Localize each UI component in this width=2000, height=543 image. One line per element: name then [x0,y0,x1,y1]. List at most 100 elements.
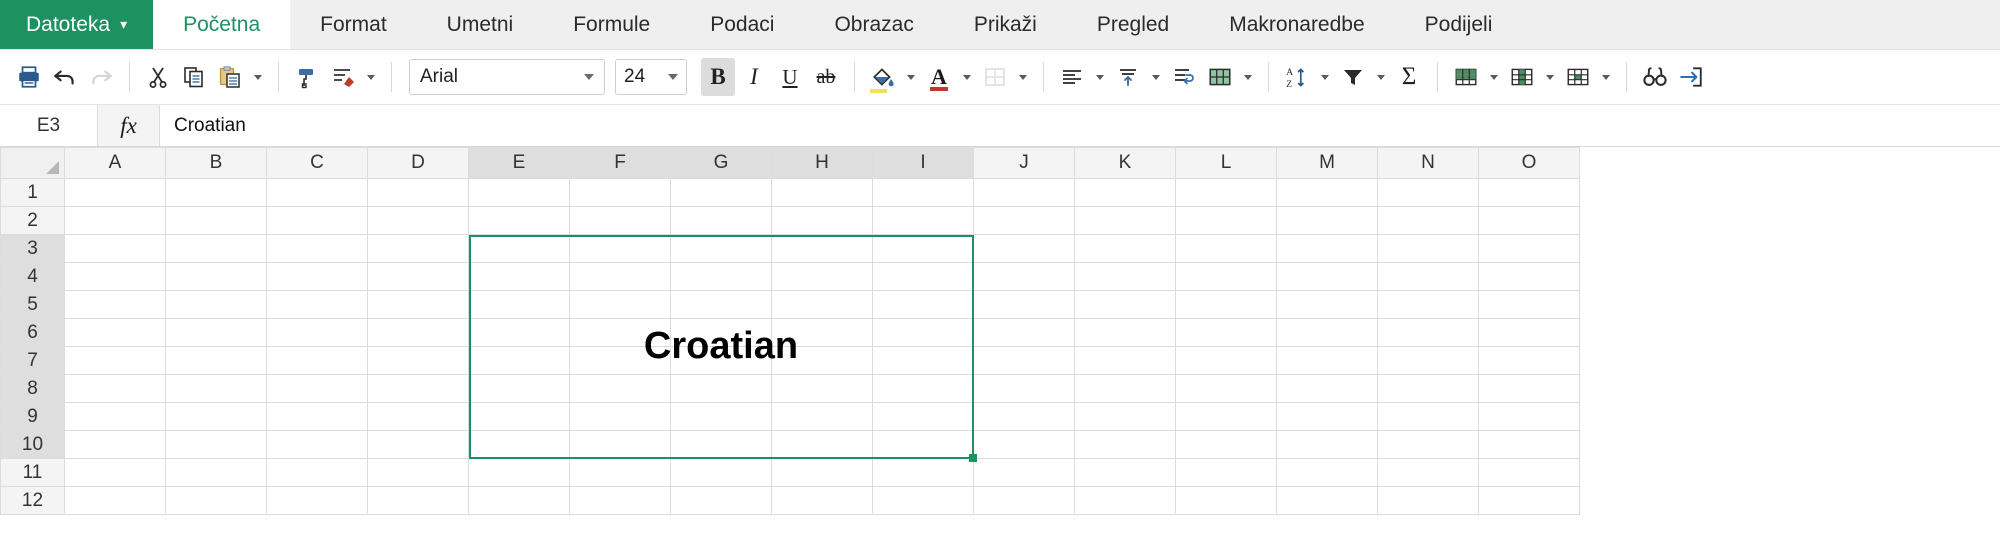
column-header-M[interactable]: M [1277,148,1378,179]
cell-D4[interactable] [368,263,469,291]
borders-caret[interactable] [1014,58,1032,96]
cell-J7[interactable] [974,347,1075,375]
cell-A4[interactable] [65,263,166,291]
cell-B2[interactable] [166,207,267,235]
cell-G9[interactable] [671,403,772,431]
cell-G5[interactable] [671,291,772,319]
cell-B6[interactable] [166,319,267,347]
cell-M5[interactable] [1277,291,1378,319]
cell-K10[interactable] [1075,431,1176,459]
row-header-5[interactable]: 5 [1,291,65,319]
cell-M11[interactable] [1277,459,1378,487]
cell-M7[interactable] [1277,347,1378,375]
cell-G2[interactable] [671,207,772,235]
cell-N10[interactable] [1378,431,1479,459]
table-style-caret[interactable] [1485,58,1503,96]
column-header-J[interactable]: J [974,148,1075,179]
cell-C1[interactable] [267,179,368,207]
autosum-button[interactable]: Σ [1392,58,1426,96]
cell-style-caret[interactable] [1597,58,1615,96]
cell-L6[interactable] [1176,319,1277,347]
borders-button[interactable] [978,58,1012,96]
cell-L9[interactable] [1176,403,1277,431]
cell-E7[interactable] [469,347,570,375]
cell-C12[interactable] [267,487,368,515]
cell-L10[interactable] [1176,431,1277,459]
cell-F1[interactable] [570,179,671,207]
cell-N1[interactable] [1378,179,1479,207]
sort-caret[interactable] [1316,58,1334,96]
cell-H1[interactable] [772,179,873,207]
cell-M12[interactable] [1277,487,1378,515]
cell-D6[interactable] [368,319,469,347]
file-menu-button[interactable]: Datoteka ▾ [0,0,153,49]
row-header-12[interactable]: 12 [1,487,65,515]
cell-J8[interactable] [974,375,1075,403]
cell-A12[interactable] [65,487,166,515]
filter-caret[interactable] [1372,58,1390,96]
row-header-11[interactable]: 11 [1,459,65,487]
cell-J12[interactable] [974,487,1075,515]
copy-button[interactable] [177,58,211,96]
cell-H2[interactable] [772,207,873,235]
cell-I4[interactable] [873,263,974,291]
cell-E12[interactable] [469,487,570,515]
cell-F2[interactable] [570,207,671,235]
italic-button[interactable]: I [737,58,771,96]
cell-F8[interactable] [570,375,671,403]
cell-B7[interactable] [166,347,267,375]
cell-A11[interactable] [65,459,166,487]
cell-D5[interactable] [368,291,469,319]
cell-B9[interactable] [166,403,267,431]
cell-B12[interactable] [166,487,267,515]
select-all-corner[interactable] [1,148,65,179]
cell-E4[interactable] [469,263,570,291]
merge-cells-button[interactable] [1203,58,1237,96]
wrap-text-button[interactable] [1167,58,1201,96]
cell-A6[interactable] [65,319,166,347]
cell-C8[interactable] [267,375,368,403]
cell-I8[interactable] [873,375,974,403]
cell-H4[interactable] [772,263,873,291]
cell-J11[interactable] [974,459,1075,487]
column-header-L[interactable]: L [1176,148,1277,179]
cell-K3[interactable] [1075,235,1176,263]
cell-O1[interactable] [1479,179,1580,207]
cell-D8[interactable] [368,375,469,403]
cell-N7[interactable] [1378,347,1479,375]
ribbon-tab-obrazac[interactable]: Obrazac [804,0,943,49]
cell-K4[interactable] [1075,263,1176,291]
column-header-O[interactable]: O [1479,148,1580,179]
cell-E3[interactable] [469,235,570,263]
cell-N4[interactable] [1378,263,1479,291]
cell-A9[interactable] [65,403,166,431]
cell-H3[interactable] [772,235,873,263]
cell-D2[interactable] [368,207,469,235]
column-header-B[interactable]: B [166,148,267,179]
cell-M3[interactable] [1277,235,1378,263]
font-color-button[interactable]: A [922,58,956,96]
font-name-select[interactable]: Arial [409,59,605,95]
ribbon-tab-makronaredbe[interactable]: Makronaredbe [1199,0,1394,49]
cell-H12[interactable] [772,487,873,515]
cell-C5[interactable] [267,291,368,319]
row-header-7[interactable]: 7 [1,347,65,375]
redo-button[interactable] [84,58,118,96]
paste-button[interactable] [213,58,247,96]
cell-N6[interactable] [1378,319,1479,347]
column-header-D[interactable]: D [368,148,469,179]
cell-B11[interactable] [166,459,267,487]
cell-H10[interactable] [772,431,873,459]
column-header-E[interactable]: E [469,148,570,179]
cell-O4[interactable] [1479,263,1580,291]
cell-K12[interactable] [1075,487,1176,515]
cell-E2[interactable] [469,207,570,235]
cell-L5[interactable] [1176,291,1277,319]
column-header-C[interactable]: C [267,148,368,179]
cell-C3[interactable] [267,235,368,263]
cell-O11[interactable] [1479,459,1580,487]
cell-I11[interactable] [873,459,974,487]
column-header-I[interactable]: I [873,148,974,179]
cell-H8[interactable] [772,375,873,403]
cell-I5[interactable] [873,291,974,319]
